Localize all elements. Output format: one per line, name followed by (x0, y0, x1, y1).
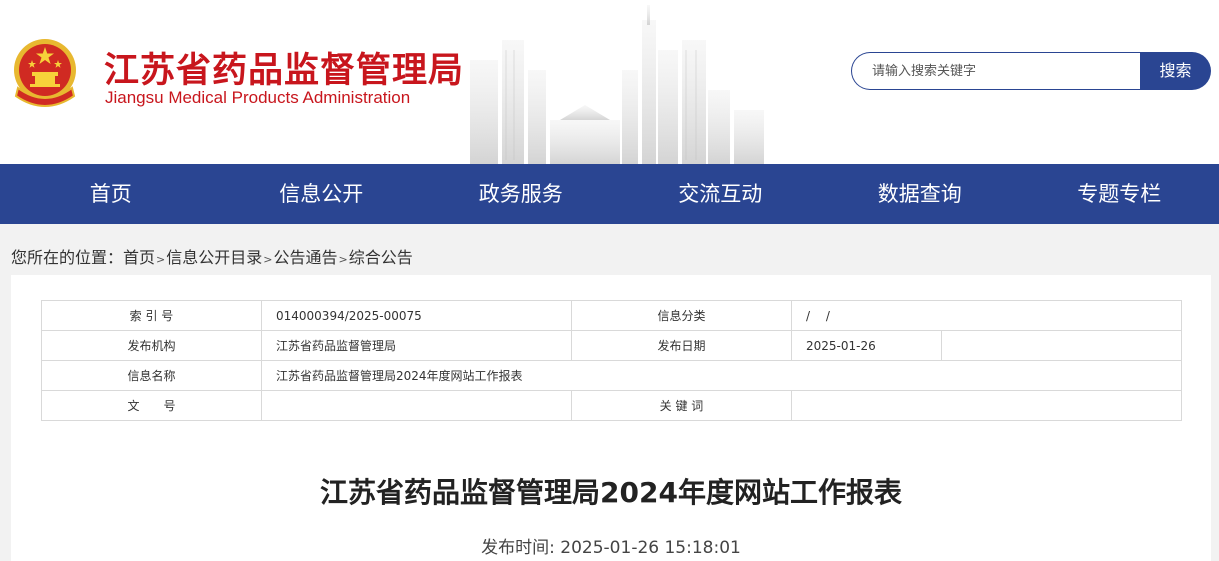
doc-no-label: 文 号 (41, 390, 262, 421)
date-label: 发布日期 (571, 330, 792, 361)
nav-item-interaction[interactable]: 交流互动 (620, 164, 820, 224)
nav-item-info-disclosure[interactable]: 信息公开 (221, 164, 421, 224)
site-title-cn[interactable]: 江苏省药品监督管理局 (104, 42, 464, 93)
breadcrumb: 您所在的位置：首页>信息公开目录>公告通告>综合公告 (11, 244, 413, 268)
table-row: 索 引 号 014000394/2025-00075 信息分类 / / (41, 300, 1182, 331)
breadcrumb-item-general-notices[interactable]: 综合公告 (349, 248, 413, 267)
table-row: 信息名称 江苏省药品监督管理局2024年度网站工作报表 (41, 360, 1182, 391)
name-value: 江苏省药品监督管理局2024年度网站工作报表 (261, 360, 1182, 391)
breadcrumb-prefix: 您所在的位置： (11, 248, 124, 267)
breadcrumb-item-catalog[interactable]: 信息公开目录 (166, 248, 262, 267)
nav-item-data-query[interactable]: 数据查询 (820, 164, 1020, 224)
main-nav: 首页 信息公开 政务服务 交流互动 数据查询 专题专栏 (0, 164, 1219, 224)
breadcrumb-separator: > (338, 253, 348, 266)
search-box (851, 52, 1141, 90)
doc-no-value (261, 390, 572, 421)
breadcrumb-separator: > (156, 253, 166, 266)
search-button[interactable]: 搜索 (1140, 52, 1211, 90)
category-label: 信息分类 (571, 300, 792, 331)
nav-item-gov-services[interactable]: 政务服务 (421, 164, 621, 224)
content-panel: 索 引 号 014000394/2025-00075 信息分类 / / 发布机构… (11, 275, 1211, 561)
keywords-label: 关 键 词 (571, 390, 792, 421)
table-row: 发布机构 江苏省药品监督管理局 发布日期 2025-01-26 (41, 330, 1182, 361)
nav-item-special-topics[interactable]: 专题专栏 (1020, 164, 1219, 224)
article-title: 江苏省药品监督管理局2024年度网站工作报表 (320, 476, 902, 509)
keywords-value (791, 390, 1182, 421)
name-label: 信息名称 (41, 360, 262, 391)
city-skyline-decoration (470, 5, 764, 164)
search-input[interactable] (870, 53, 1134, 89)
publisher-value: 江苏省药品监督管理局 (261, 330, 572, 361)
site-title-en[interactable]: Jiangsu Medical Products Administration (105, 88, 410, 108)
breadcrumb-item-notices[interactable]: 公告通告 (273, 248, 337, 267)
publish-time: 发布时间: 2025-01-26 15:18:01 (481, 538, 741, 558)
index-label: 索 引 号 (41, 300, 262, 331)
index-value: 014000394/2025-00075 (261, 300, 572, 331)
site-header: 江苏省药品监督管理局 Jiangsu Medical Products Admi… (0, 0, 1219, 164)
breadcrumb-separator: > (263, 253, 273, 266)
nav-item-home[interactable]: 首页 (0, 164, 221, 224)
table-row: 文 号 关 键 词 (41, 390, 1182, 421)
breadcrumb-item-home[interactable]: 首页 (123, 248, 155, 267)
national-emblem-icon[interactable] (12, 38, 78, 110)
info-meta-table: 索 引 号 014000394/2025-00075 信息分类 / / 发布机构… (41, 300, 1182, 421)
empty-cell (941, 330, 1182, 361)
date-value: 2025-01-26 (791, 330, 942, 361)
category-value: / / (791, 300, 1182, 331)
publisher-label: 发布机构 (41, 330, 262, 361)
